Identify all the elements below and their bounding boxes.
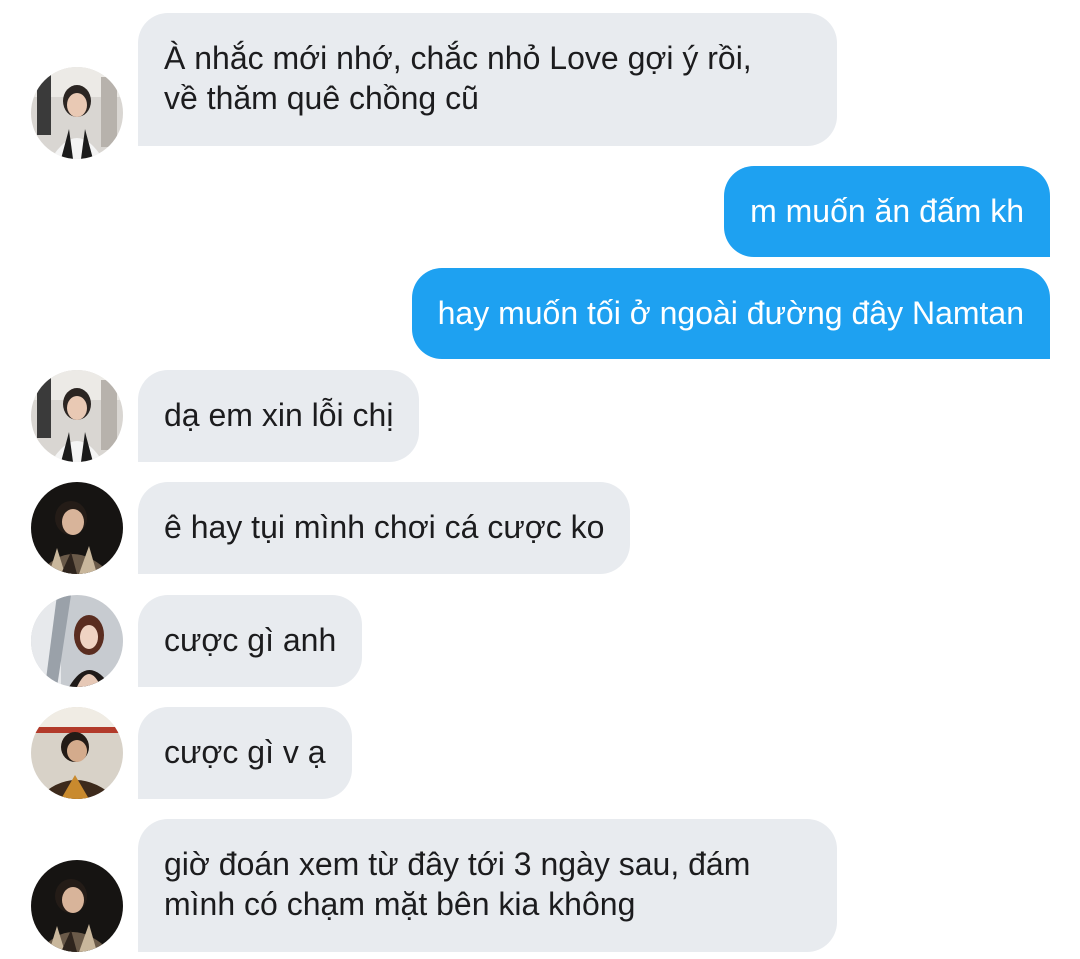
message-row: ê hay tụi mình chơi cá cược ko bbox=[0, 482, 1080, 574]
message-text: m muốn ăn đấm kh bbox=[750, 193, 1024, 229]
message-text: À nhắc mới nhớ, chắc nhỏ Love gợi ý rồi, bbox=[164, 40, 752, 76]
message-bubble-incoming[interactable]: cược gì v ạ bbox=[138, 707, 352, 799]
message-row: giờ đoán xem từ đây tới 3 ngày sau, đám … bbox=[0, 819, 1080, 952]
message-row: hay muốn tối ở ngoài đường đây Namtan bbox=[0, 268, 1080, 359]
message-text: ê hay tụi mình chơi cá cược ko bbox=[164, 509, 605, 545]
message-bubble-incoming[interactable]: dạ em xin lỗi chị bbox=[138, 370, 420, 462]
message-text: mình có chạm mặt bên kia không bbox=[164, 886, 636, 922]
message-bubble-incoming[interactable]: À nhắc mới nhớ, chắc nhỏ Love gợi ý rồi,… bbox=[138, 13, 837, 146]
profile-photo-icon bbox=[31, 595, 123, 687]
avatar-sender-a[interactable] bbox=[31, 370, 123, 462]
message-bubble-outgoing[interactable]: m muốn ăn đấm kh bbox=[724, 166, 1050, 257]
profile-photo-icon bbox=[31, 482, 123, 574]
message-bubble-incoming[interactable]: cược gì anh bbox=[138, 595, 363, 687]
message-text: về thăm quê chồng cũ bbox=[164, 80, 479, 116]
chat-thread: À nhắc mới nhớ, chắc nhỏ Love gợi ý rồi,… bbox=[0, 0, 1080, 959]
message-row: À nhắc mới nhớ, chắc nhỏ Love gợi ý rồi,… bbox=[0, 13, 1080, 159]
profile-photo-icon bbox=[31, 67, 123, 159]
message-row: cược gì v ạ bbox=[0, 707, 1080, 799]
message-row: cược gì anh bbox=[0, 595, 1080, 687]
profile-photo-icon bbox=[31, 707, 123, 799]
profile-photo-icon bbox=[31, 860, 123, 952]
avatar-sender-c[interactable] bbox=[31, 595, 123, 687]
message-text: giờ đoán xem từ đây tới 3 ngày sau, đám bbox=[164, 846, 751, 882]
message-text: dạ em xin lỗi chị bbox=[164, 397, 394, 433]
message-bubble-incoming[interactable]: ê hay tụi mình chơi cá cược ko bbox=[138, 482, 631, 574]
message-bubble-incoming[interactable]: giờ đoán xem từ đây tới 3 ngày sau, đám … bbox=[138, 819, 837, 952]
message-text: hay muốn tối ở ngoài đường đây Namtan bbox=[437, 295, 1024, 331]
avatar-sender-b[interactable] bbox=[31, 482, 123, 574]
avatar-sender-a[interactable] bbox=[31, 67, 123, 159]
profile-photo-icon bbox=[31, 370, 123, 462]
message-text: cược gì v ạ bbox=[164, 734, 326, 770]
message-bubble-outgoing[interactable]: hay muốn tối ở ngoài đường đây Namtan bbox=[411, 268, 1050, 359]
avatar-sender-b[interactable] bbox=[31, 860, 123, 952]
avatar-sender-d[interactable] bbox=[31, 707, 123, 799]
message-row: dạ em xin lỗi chị bbox=[0, 370, 1080, 462]
message-row: m muốn ăn đấm kh bbox=[0, 166, 1080, 257]
message-text: cược gì anh bbox=[164, 622, 337, 658]
